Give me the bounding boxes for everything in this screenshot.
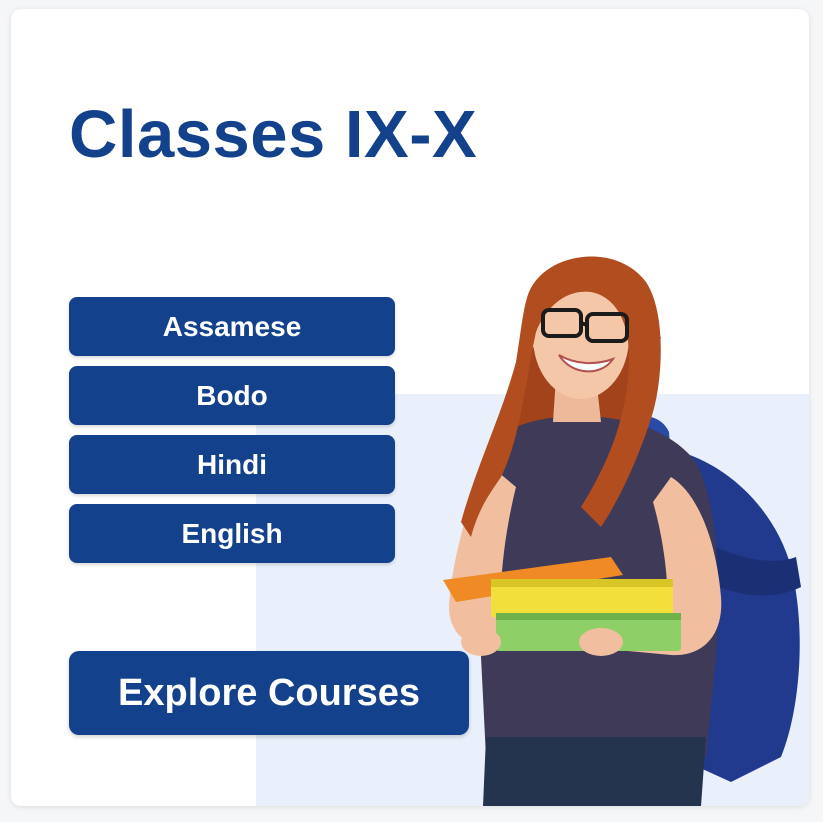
subject-list: Assamese Bodo Hindi English [69,297,395,573]
subject-button-hindi[interactable]: Hindi [69,435,395,494]
subject-button-assamese[interactable]: Assamese [69,297,395,356]
jeans [483,737,706,806]
page-title: Classes IX-X [69,97,478,172]
student-photo [443,256,801,806]
explore-courses-button[interactable]: Explore Courses [69,651,469,735]
subject-button-bodo[interactable]: Bodo [69,366,395,425]
subject-button-english[interactable]: English [69,504,395,563]
course-card: Classes IX-X Assamese Bodo Hindi English… [11,9,809,806]
